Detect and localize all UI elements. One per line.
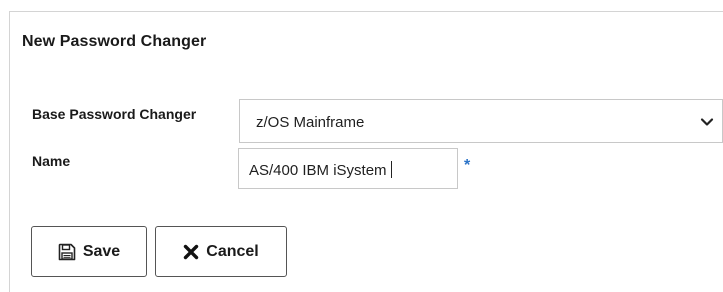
- cancel-button[interactable]: Cancel: [155, 226, 287, 277]
- base-password-changer-select[interactable]: z/OS Mainframe: [239, 99, 723, 143]
- select-value: z/OS Mainframe: [256, 114, 365, 131]
- name-label: Name: [32, 153, 71, 169]
- chevron-down-icon: [700, 118, 714, 126]
- x-mark-icon: [183, 244, 199, 260]
- page-title: New Password Changer: [22, 33, 207, 50]
- name-input[interactable]: AS/400 IBM iSystem: [238, 148, 458, 189]
- save-button-label: Save: [82, 242, 121, 260]
- required-marker: *: [464, 157, 471, 174]
- floppy-disk-icon: [58, 243, 76, 261]
- cancel-button-label: Cancel: [206, 242, 259, 260]
- base-password-changer-label: Base Password Changer: [32, 106, 197, 122]
- name-input-value: AS/400 IBM iSystem: [249, 162, 387, 179]
- save-button[interactable]: Save: [31, 226, 147, 277]
- text-caret: [390, 161, 392, 178]
